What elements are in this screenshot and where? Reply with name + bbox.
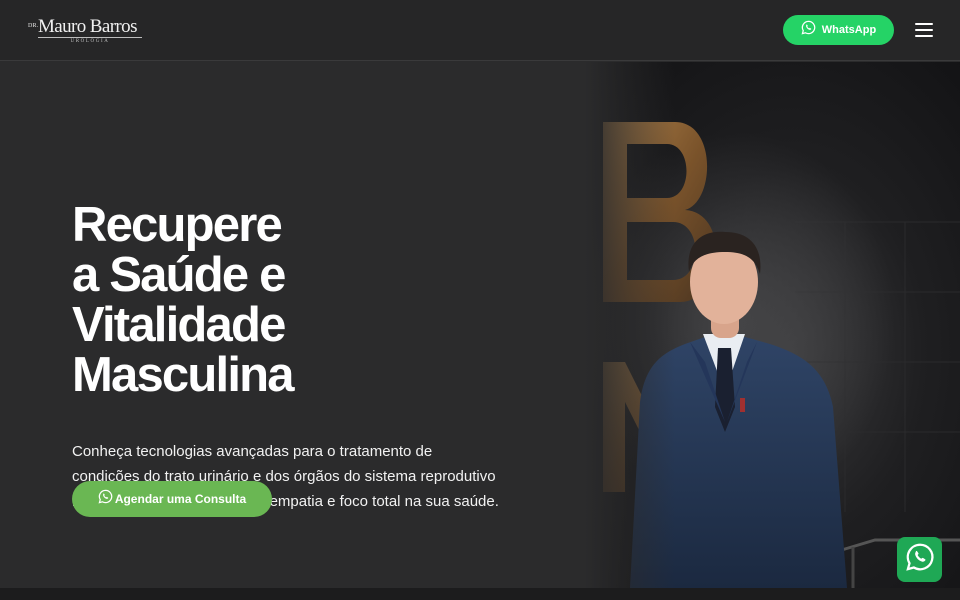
headline-line: a Saúde e <box>72 248 286 302</box>
description-line: Conheça tecnologias avançadas para o tra… <box>72 443 433 460</box>
logo-subtitle: UROLOGIA <box>70 39 110 44</box>
headline-line: Recupere <box>72 198 283 252</box>
site-header: DR. Mauro Barros UROLOGIA WhatsApp <box>0 0 960 61</box>
cta-label: Agendar uma Consulta <box>114 492 247 506</box>
logo-divider <box>38 37 142 38</box>
logo-name: Mauro Barros <box>38 16 137 37</box>
hamburger-menu-icon[interactable] <box>912 20 936 40</box>
headline-line: Masculina <box>72 348 295 402</box>
floating-whatsapp-button[interactable] <box>897 537 942 582</box>
schedule-consultation-button[interactable]: Agendar uma Consulta <box>72 481 272 517</box>
next-section-edge <box>0 588 960 600</box>
headline-line: Vitalidade <box>72 298 286 352</box>
hero-headline: Recupere a Saúde e Vitalidade Masculina <box>72 200 452 400</box>
logo-prefix: DR. <box>28 23 39 29</box>
whatsapp-icon <box>905 542 935 577</box>
whatsapp-button-label: WhatsApp <box>821 24 877 36</box>
whatsapp-header-button[interactable]: WhatsApp <box>783 15 894 45</box>
whatsapp-icon <box>98 489 113 509</box>
whatsapp-icon <box>801 20 816 40</box>
doctor-photo <box>585 62 960 588</box>
logo[interactable]: DR. Mauro Barros UROLOGIA <box>28 15 144 47</box>
